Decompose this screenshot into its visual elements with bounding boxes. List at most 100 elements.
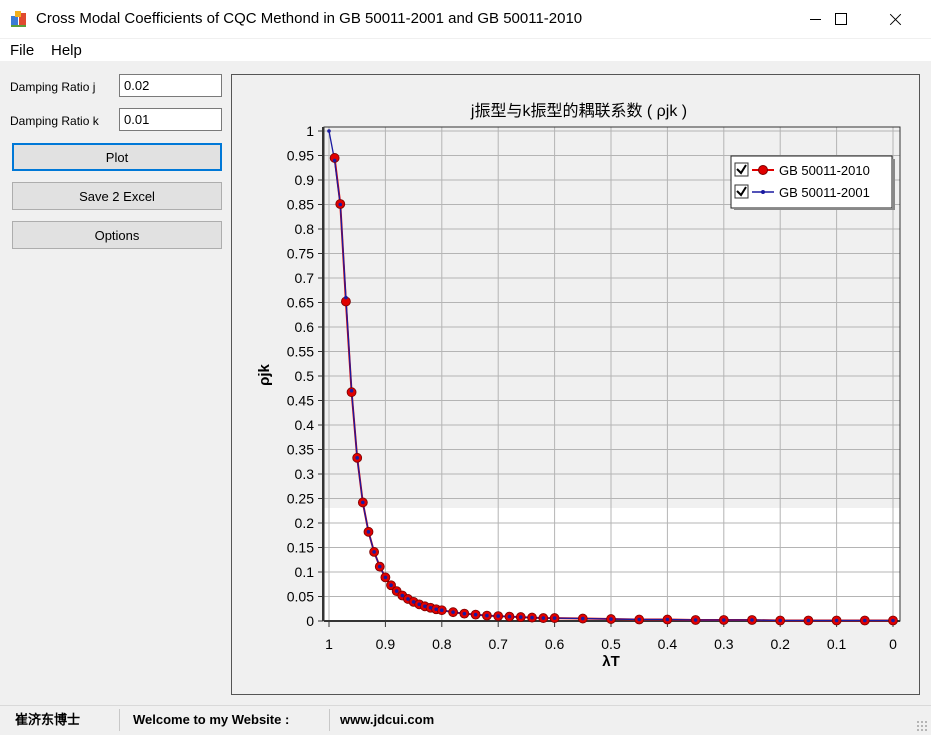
status-website-link[interactable]: www.jdcui.com	[340, 712, 434, 728]
data-point-gb2001	[344, 295, 348, 300]
legend: GB 50011-2010 GB 50011-2001	[730, 155, 895, 210]
x-tick-label: 0.2	[770, 636, 790, 652]
x-tick-label: 0.6	[545, 636, 565, 652]
data-point-gb2001	[428, 605, 433, 610]
y-tick-label: 0.8	[295, 221, 315, 237]
y-tick-label: 0.4	[295, 417, 315, 433]
x-tick-label: 1	[325, 636, 333, 652]
data-point-gb2001	[891, 618, 895, 623]
x-tick-label: 0.4	[658, 636, 678, 652]
window-title: Cross Modal Coefficients of CQC Methond …	[36, 10, 583, 27]
status-author: 崔济东博士	[15, 712, 81, 727]
data-point-gb2001	[327, 129, 331, 133]
menu-bar: File Help	[0, 39, 931, 61]
x-tick-label: 0.5	[601, 636, 621, 652]
data-point-gb2001	[406, 597, 410, 601]
status-separator	[119, 709, 120, 731]
x-tick-labels: 1 0.9 0.8 0.7 0.6 0.5 0.4 0.3 0.2 0.1 0	[325, 636, 897, 652]
chart-title: j振型与k振型的耦联系数 ( ρjk )	[470, 102, 687, 120]
y-tick-label: 0.6	[295, 319, 315, 335]
menu-help[interactable]: Help	[51, 42, 82, 60]
app-icon	[11, 11, 26, 27]
status-welcome: Welcome to my Website :	[133, 712, 290, 727]
data-point-gb2001	[423, 604, 427, 609]
x-tick-label: 0.7	[488, 636, 508, 652]
close-button[interactable]	[872, 0, 918, 38]
x-tick-label: 0.1	[827, 636, 847, 652]
data-point-gb2001	[349, 388, 354, 393]
y-tick-labels: 1 0.95 0.9 0.85 0.8 0.75 0.7 0.65 0.6 0.55 0.5 0.45…	[287, 123, 314, 629]
data-point-gb2001	[440, 608, 444, 613]
x-tick-label: 0.9	[376, 636, 396, 652]
data-point-gb2001	[451, 610, 455, 614]
y-tick-label: 0	[306, 613, 314, 629]
data-point-gb2001	[434, 607, 438, 612]
x-tick-label: 0.3	[714, 636, 734, 652]
options-button[interactable]: Options	[12, 221, 222, 249]
y-tick-label: 0.25	[287, 491, 314, 507]
data-point-gb2001	[518, 615, 523, 619]
damping-ratio-k-input[interactable]	[119, 108, 222, 131]
legend-marker-gb2001	[761, 190, 765, 194]
x-axis-title: λT	[602, 653, 620, 670]
data-point-gb2001	[361, 500, 365, 505]
data-point-gb2001	[394, 589, 399, 593]
damping-ratio-j-input[interactable]	[119, 74, 222, 97]
resize-grip-icon[interactable]	[916, 720, 928, 732]
data-point-gb2001	[693, 618, 698, 622]
y-tick-label: 0.65	[287, 295, 314, 311]
y-tick-label: 0.1	[295, 564, 315, 580]
data-point-gb2001	[530, 615, 534, 620]
y-tick-label: 0.95	[287, 148, 314, 164]
data-point-gb2001	[338, 202, 343, 207]
chart-panel[interactable]: j振型与k振型的耦联系数 ( ρjk ) λT ρjk 1 0.95 0.9 0.85…	[231, 74, 920, 695]
data-point-gb2001	[400, 593, 405, 598]
title-bar[interactable]: Cross Modal Coefficients of CQC Methond …	[0, 0, 931, 38]
data-point-gb2001	[750, 618, 754, 622]
damping-ratio-k-label: Damping Ratio k	[10, 114, 99, 128]
y-axis-title: ρjk	[256, 363, 273, 385]
y-tick-label: 0.45	[287, 393, 314, 409]
plot-button[interactable]: Plot	[12, 143, 222, 171]
y-tick-label: 0.2	[295, 515, 315, 531]
legend-label-gb2010: GB 50011-2010	[779, 163, 870, 178]
chart: j振型与k振型的耦联系数 ( ρjk ) λT ρjk 1 0.95 0.9 0.85…	[256, 102, 901, 670]
y-tick-label: 0.5	[295, 368, 315, 384]
data-point-gb2001	[722, 618, 726, 622]
data-point-gb2001	[485, 613, 489, 618]
legend-marker-gb2010	[758, 165, 768, 175]
data-point-gb2001	[778, 618, 782, 623]
y-tick-label: 0.7	[295, 270, 315, 286]
data-point-gb2001	[581, 616, 585, 621]
legend-shadow-bottom	[734, 208, 895, 210]
y-tick-label: 0.15	[287, 540, 314, 556]
data-point-gb2001	[863, 618, 867, 623]
data-point-gb2001	[496, 614, 501, 618]
y-tick-label: 0.35	[287, 442, 314, 458]
menu-file[interactable]: File	[10, 42, 34, 60]
x-tick-label: 0.8	[432, 636, 452, 652]
status-separator	[329, 709, 330, 731]
data-point-gb2001	[637, 617, 641, 622]
data-point-gb2001	[383, 575, 388, 580]
maximize-button[interactable]	[818, 0, 864, 38]
data-point-gb2001	[389, 583, 393, 588]
data-point-gb2001	[411, 600, 416, 604]
data-point-gb2001	[609, 617, 613, 621]
data-point-gb2001	[507, 614, 512, 619]
y-tick-label: 0.55	[287, 344, 314, 360]
data-point-gb2001	[417, 602, 422, 607]
y-tick-label: 0.05	[287, 589, 314, 605]
data-point-gb2001	[332, 158, 337, 163]
data-point-gb2001	[366, 530, 371, 534]
save-excel-button[interactable]: Save 2 Excel	[12, 182, 222, 210]
status-bar: 崔济东博士 Welcome to my Website : www.jdcui.…	[0, 705, 931, 735]
data-point-gb2001	[462, 611, 467, 616]
data-point-gb2001	[377, 564, 382, 569]
data-point-gb2001	[541, 616, 546, 620]
data-point-gb2001	[665, 617, 670, 622]
data-point-gb2001	[552, 616, 557, 620]
data-point-gb2001	[355, 456, 359, 460]
data-point-gb2001	[372, 550, 376, 554]
x-tick-label: 0	[889, 636, 897, 652]
